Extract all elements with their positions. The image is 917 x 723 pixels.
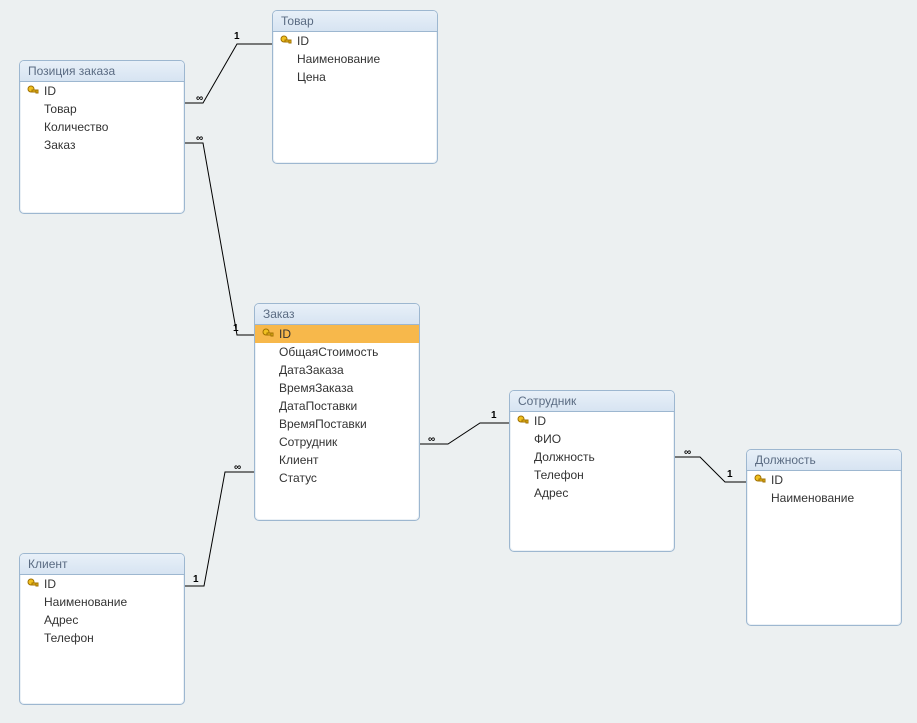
primary-key-icon (753, 473, 767, 487)
field-label: ID (297, 33, 431, 49)
field-label: Наименование (44, 594, 178, 610)
entity-title[interactable]: Должность (747, 450, 901, 471)
field-label: ФИО (534, 431, 668, 447)
primary-key-icon (279, 34, 293, 48)
card-label: 1 (193, 574, 199, 585)
field-label: Сотрудник (279, 434, 413, 450)
entity-title[interactable]: Клиент (20, 554, 184, 575)
field-row[interactable]: Статус (255, 469, 419, 487)
entity-title[interactable]: Заказ (255, 304, 419, 325)
field-row[interactable]: Количество (20, 118, 184, 136)
field-row[interactable]: Клиент (255, 451, 419, 469)
field-label: Адрес (534, 485, 668, 501)
field-row[interactable]: Наименование (273, 50, 437, 68)
field-label: Цена (297, 69, 431, 85)
field-row[interactable]: ID (255, 325, 419, 343)
field-row[interactable]: ID (747, 471, 901, 489)
entity-jobtitle[interactable]: Должность ID Наименование (746, 449, 902, 626)
card-label: 1 (727, 469, 733, 480)
field-label: Наименование (297, 51, 431, 67)
field-row[interactable]: Адрес (510, 484, 674, 502)
field-row[interactable]: ВремяЗаказа (255, 379, 419, 397)
field-row[interactable]: Цена (273, 68, 437, 86)
field-label: ДатаЗаказа (279, 362, 413, 378)
field-row[interactable]: Адрес (20, 611, 184, 629)
field-row[interactable]: ДатаПоставки (255, 397, 419, 415)
primary-key-icon (26, 577, 40, 591)
entity-title[interactable]: Позиция заказа (20, 61, 184, 82)
field-label: Заказ (44, 137, 178, 153)
field-label: Телефон (534, 467, 668, 483)
field-row[interactable]: Наименование (747, 489, 901, 507)
field-label: Количество (44, 119, 178, 135)
card-label: 1 (491, 410, 497, 421)
field-label: Наименование (771, 490, 895, 506)
field-row[interactable]: Наименование (20, 593, 184, 611)
field-label: Адрес (44, 612, 178, 628)
field-row[interactable]: ДатаЗаказа (255, 361, 419, 379)
entity-title[interactable]: Товар (273, 11, 437, 32)
primary-key-icon (261, 327, 275, 341)
entity-client[interactable]: Клиент ID Наименование Адрес Телефон (19, 553, 185, 705)
field-row[interactable]: Товар (20, 100, 184, 118)
field-label: ВремяЗаказа (279, 380, 413, 396)
card-label: 1 (234, 31, 240, 42)
field-row[interactable]: Телефон (510, 466, 674, 484)
primary-key-icon (516, 414, 530, 428)
field-label: ID (279, 326, 413, 342)
field-label: Клиент (279, 452, 413, 468)
entity-product[interactable]: Товар ID Наименование Цена (272, 10, 438, 164)
field-label: ВремяПоставки (279, 416, 413, 432)
card-label: ∞ (196, 133, 203, 144)
card-label: ∞ (196, 93, 203, 104)
field-label: Статус (279, 470, 413, 486)
field-label: Телефон (44, 630, 178, 646)
entity-order[interactable]: Заказ ID ОбщаяСтоимость ДатаЗаказа Время… (254, 303, 420, 521)
field-row[interactable]: ID (20, 575, 184, 593)
card-label: ∞ (234, 462, 241, 473)
field-label: Товар (44, 101, 178, 117)
card-label: ∞ (684, 447, 691, 458)
field-row[interactable]: ФИО (510, 430, 674, 448)
field-row[interactable]: ВремяПоставки (255, 415, 419, 433)
field-row[interactable]: Телефон (20, 629, 184, 647)
field-row[interactable]: Сотрудник (255, 433, 419, 451)
entity-position[interactable]: Позиция заказа ID Товар Количество Заказ (19, 60, 185, 214)
card-label: 1 (233, 323, 239, 334)
field-label: ОбщаяСтоимость (279, 344, 413, 360)
field-row[interactable]: Должность (510, 448, 674, 466)
field-label: Должность (534, 449, 668, 465)
field-label: ID (771, 472, 895, 488)
card-label: ∞ (428, 434, 435, 445)
field-label: ID (534, 413, 668, 429)
field-row[interactable]: ID (273, 32, 437, 50)
field-label: ДатаПоставки (279, 398, 413, 414)
entity-employee[interactable]: Сотрудник ID ФИО Должность Телефон Адрес (509, 390, 675, 552)
primary-key-icon (26, 84, 40, 98)
field-label: ID (44, 576, 178, 592)
field-row[interactable]: Заказ (20, 136, 184, 154)
field-row[interactable]: ID (20, 82, 184, 100)
field-row[interactable]: ID (510, 412, 674, 430)
entity-title[interactable]: Сотрудник (510, 391, 674, 412)
field-label: ID (44, 83, 178, 99)
field-row[interactable]: ОбщаяСтоимость (255, 343, 419, 361)
